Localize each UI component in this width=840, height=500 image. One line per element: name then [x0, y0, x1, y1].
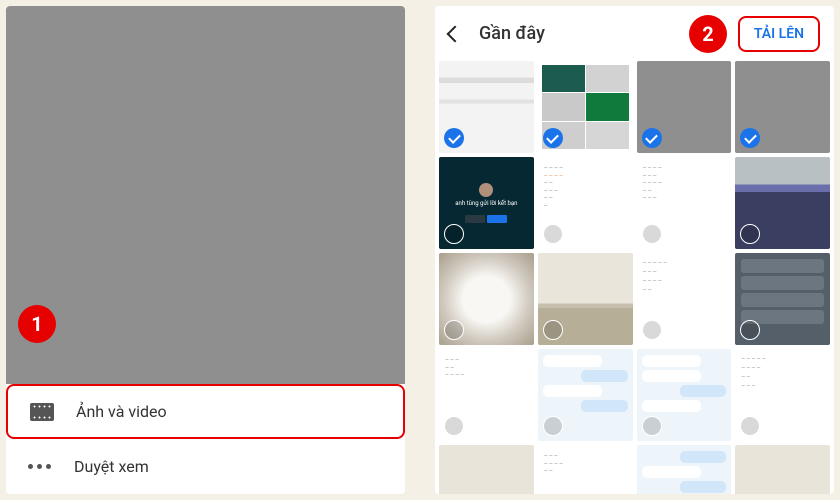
selected-check-icon: [740, 128, 760, 148]
phone-screen-left: Ảnh và video Duyệt xem: [6, 6, 405, 494]
photo-thumb[interactable]: — — —— —— — — —: [439, 349, 534, 441]
photo-thumb[interactable]: [735, 253, 830, 345]
unselected-ring-icon: [543, 416, 563, 436]
upload-button[interactable]: TẢI LÊN: [738, 16, 820, 52]
unselected-ring-icon: [543, 320, 563, 340]
photo-thumb[interactable]: [637, 445, 732, 494]
photo-thumb[interactable]: — — — —— — — —— —— — —— ——: [538, 157, 633, 249]
film-icon: [30, 403, 54, 421]
photo-thumb[interactable]: [735, 157, 830, 249]
step-badge-1: 1: [18, 305, 56, 343]
unselected-ring-icon: [740, 224, 760, 244]
photo-thumb[interactable]: — — — —— — —— — — —— —— — —: [637, 157, 732, 249]
upload-action-sheet: Ảnh và video Duyệt xem: [6, 384, 405, 494]
unselected-ring-icon: [444, 320, 464, 340]
unselected-ring-icon: [543, 224, 563, 244]
photos-and-video-label: Ảnh và video: [76, 402, 167, 421]
photo-thumb[interactable]: [637, 349, 732, 441]
photos-and-video-option[interactable]: Ảnh và video: [6, 384, 405, 439]
photo-thumb[interactable]: [439, 253, 534, 345]
photo-thumb[interactable]: [439, 445, 534, 494]
photo-thumb[interactable]: [735, 61, 830, 153]
unselected-ring-icon: [642, 224, 662, 244]
photo-thumb[interactable]: [538, 61, 633, 153]
unselected-ring-icon: [740, 320, 760, 340]
selected-check-icon: [642, 128, 662, 148]
browse-option[interactable]: Duyệt xem: [6, 439, 405, 494]
photo-thumb[interactable]: — — —— — — —— —: [538, 445, 633, 494]
photo-thumb[interactable]: — — — — —— — — —— —— — —: [735, 349, 830, 441]
unselected-ring-icon: [740, 416, 760, 436]
selected-check-icon: [444, 128, 464, 148]
dimmed-backdrop: [6, 6, 405, 384]
friend-request-text: anh tùng gửi lời kết bạn: [455, 201, 517, 208]
photo-thumb[interactable]: [735, 445, 830, 494]
step-badge-2: 2: [689, 15, 727, 53]
phone-screen-right: Gần đây TẢI LÊN anh tùng gửi lời kết bạn…: [435, 6, 834, 494]
photo-thumb[interactable]: [538, 349, 633, 441]
photo-grid: anh tùng gửi lời kết bạn — — — —— — — ——…: [435, 61, 834, 494]
unselected-ring-icon: [444, 416, 464, 436]
more-dots-icon: [28, 464, 52, 470]
photo-thumb[interactable]: [439, 61, 534, 153]
picker-header: Gần đây TẢI LÊN: [435, 6, 834, 61]
back-icon[interactable]: [447, 25, 464, 42]
browse-label: Duyệt xem: [74, 457, 149, 476]
picker-title: Gần đây: [479, 23, 545, 44]
unselected-ring-icon: [444, 224, 464, 244]
photo-thumb[interactable]: — — — — —— — —— — — —— —: [637, 253, 732, 345]
selected-check-icon: [543, 128, 563, 148]
photo-thumb[interactable]: [637, 61, 732, 153]
unselected-ring-icon: [642, 320, 662, 340]
photo-thumb[interactable]: anh tùng gửi lời kết bạn: [439, 157, 534, 249]
unselected-ring-icon: [642, 416, 662, 436]
photo-thumb[interactable]: [538, 253, 633, 345]
